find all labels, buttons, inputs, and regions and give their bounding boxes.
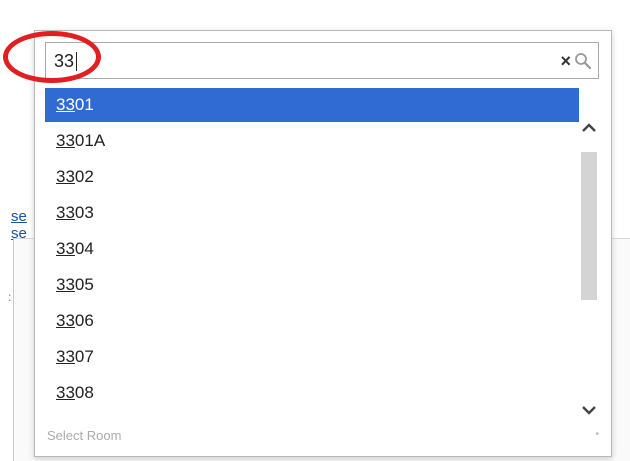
option-rest-text: 07 (74, 347, 94, 366)
room-option[interactable]: 3301 (45, 88, 579, 122)
room-options-list: 3301 3301A 3302 3303 3304 3305 3306 3307… (45, 88, 599, 423)
room-option[interactable]: 3301A (45, 124, 579, 158)
close-icon[interactable]: × (560, 51, 571, 71)
option-match-text: 33 (56, 131, 75, 150)
room-select-dropdown: × 3301 3301A 3302 3303 3304 3305 3306 33… (34, 30, 612, 457)
option-rest-text: 04 (74, 239, 94, 258)
option-match-text: 33 (56, 203, 75, 222)
room-option[interactable]: 3305 (45, 268, 579, 302)
option-match-text: 33 (56, 383, 75, 402)
option-rest-text: 01A (74, 131, 106, 150)
option-rest-text: 02 (74, 167, 94, 186)
search-box[interactable]: × (45, 42, 599, 79)
text-caret (76, 52, 77, 71)
option-rest-text: 03 (74, 203, 94, 222)
option-rest-text: 01 (74, 95, 94, 114)
option-rest-text: 05 (74, 275, 94, 294)
option-match-text: 33 (56, 275, 75, 294)
search-icon[interactable] (574, 52, 592, 70)
option-match-text: 33 (56, 167, 75, 186)
page: se se : × 3301 3301A 3302 3303 3304 3305… (0, 0, 630, 461)
footer-dot: • (595, 429, 599, 440)
select-room-placeholder: Select Room (47, 428, 122, 443)
chevron-down-icon[interactable] (579, 400, 599, 420)
background-edge-mark: : (8, 290, 12, 304)
background-link-1[interactable]: se (11, 209, 27, 224)
option-rest-text: 08 (74, 383, 94, 402)
room-option[interactable]: 3302 (45, 160, 579, 194)
option-match-text: 33 (56, 347, 75, 366)
room-option[interactable]: 3303 (45, 196, 579, 230)
search-input[interactable] (54, 49, 534, 73)
room-option[interactable]: 3304 (45, 232, 579, 266)
scrollbar-thumb[interactable] (581, 152, 597, 300)
room-option[interactable]: 3308 (45, 376, 579, 410)
chevron-up-icon[interactable] (579, 118, 599, 138)
option-rest-text: 06 (74, 311, 94, 330)
option-match-text: 33 (56, 311, 75, 330)
option-match-text: 33 (56, 95, 75, 114)
option-match-text: 33 (56, 239, 75, 258)
options-scrollbar[interactable] (579, 88, 599, 423)
room-option[interactable]: 3306 (45, 304, 579, 338)
room-option[interactable]: 3307 (45, 340, 579, 374)
